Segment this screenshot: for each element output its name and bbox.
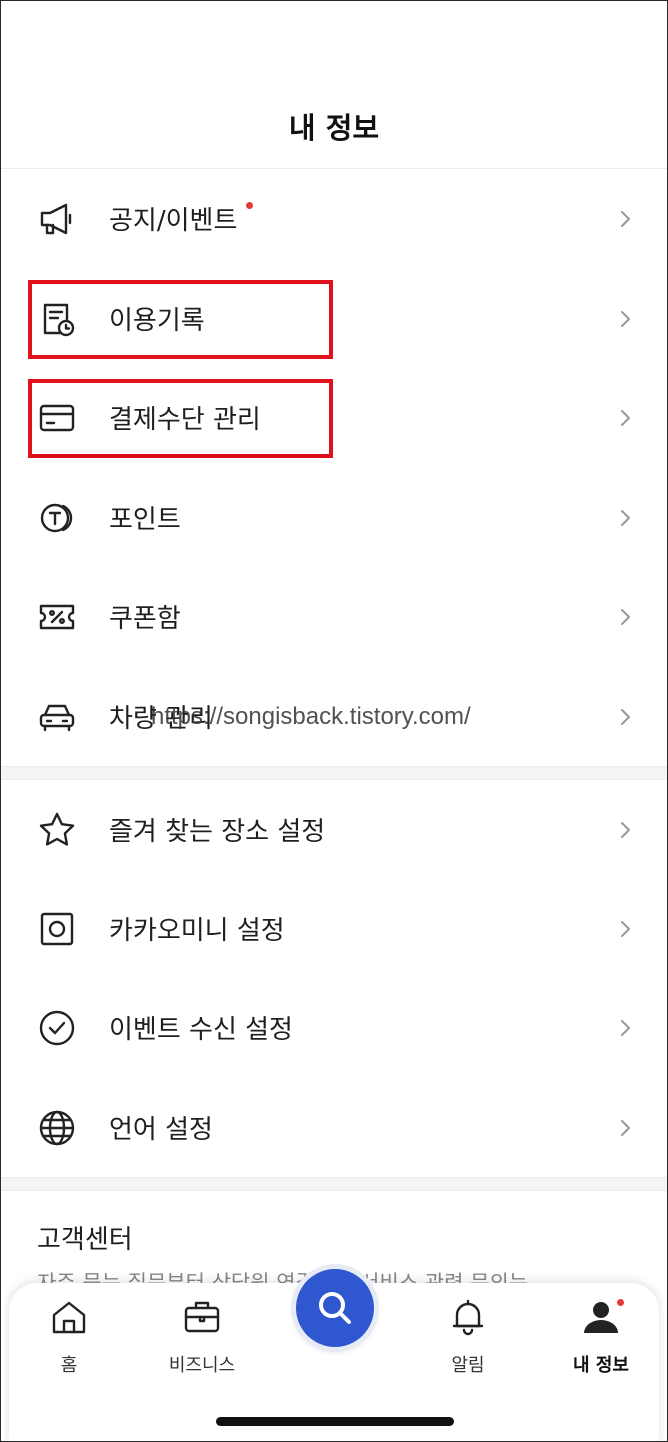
menu-item-favorite-places[interactable]: 즐겨 찾는 장소 설정 — [1, 780, 667, 879]
tab-home[interactable]: 홈 — [19, 1297, 119, 1377]
tab-notifications[interactable]: 알림 — [418, 1297, 518, 1377]
menu-item-points[interactable]: 포인트 — [1, 468, 667, 567]
screen: 내 정보 공지/이벤트 이용기록 결제수단 관리 포인트 쿠폰함 차량 관리 h… — [0, 0, 668, 1442]
tab-label: 내 정보 — [573, 1355, 629, 1376]
tab-business[interactable]: 비즈니스 — [152, 1297, 252, 1377]
chevron-right-icon — [617, 606, 633, 628]
section-divider — [1, 766, 667, 780]
menu-label: 언어 설정 — [109, 1114, 213, 1145]
chevron-right-icon — [617, 918, 633, 940]
megaphone-icon — [37, 199, 77, 239]
menu-label: 카카오미니 설정 — [109, 915, 285, 946]
person-icon — [584, 1302, 618, 1333]
tab-label: 알림 — [451, 1355, 485, 1376]
speaker-icon — [37, 909, 77, 949]
menu-item-coupons[interactable]: 쿠폰함 — [1, 567, 667, 666]
chevron-right-icon — [617, 1117, 633, 1139]
menu-label: 공지/이벤트 — [109, 205, 238, 236]
chevron-right-icon — [617, 507, 633, 529]
home-icon — [52, 1301, 86, 1334]
page-header: 내 정보 — [1, 1, 667, 169]
briefcase-icon — [184, 1301, 220, 1333]
new-dot-badge — [246, 202, 253, 209]
coupon-icon — [37, 597, 77, 637]
menu-item-notice-event[interactable]: 공지/이벤트 — [1, 169, 667, 268]
tab-label: 비즈니스 — [168, 1355, 236, 1376]
menu-label: 이벤트 수신 설정 — [109, 1014, 293, 1045]
page-title: 내 정보 — [288, 111, 380, 145]
star-icon — [37, 810, 77, 850]
point-coin-icon — [37, 498, 77, 538]
menu-item-event-notification-settings[interactable]: 이벤트 수신 설정 — [1, 978, 667, 1077]
chevron-right-icon — [617, 308, 633, 330]
chevron-right-icon — [617, 819, 633, 841]
menu-item-kakaomini-settings[interactable]: 카카오미니 설정 — [1, 879, 667, 978]
watermark-text: https://songisback.tistory.com/ — [151, 703, 471, 730]
chevron-right-icon — [617, 706, 633, 728]
highlight-box-payment-methods — [28, 379, 333, 458]
tab-my-info[interactable]: 내 정보 — [551, 1297, 651, 1377]
home-indicator — [216, 1417, 454, 1426]
chevron-right-icon — [617, 407, 633, 429]
car-icon — [37, 697, 77, 737]
menu-label: 쿠폰함 — [109, 603, 181, 634]
chevron-right-icon — [617, 1017, 633, 1039]
menu-label: 포인트 — [109, 504, 181, 535]
check-circle-icon — [37, 1008, 77, 1048]
bell-icon — [452, 1299, 484, 1336]
tab-label: 홈 — [60, 1355, 78, 1376]
menu-item-language-settings[interactable]: 언어 설정 — [1, 1078, 667, 1177]
globe-icon — [37, 1108, 77, 1148]
chevron-right-icon — [617, 208, 633, 230]
search-button[interactable] — [296, 1269, 374, 1347]
customer-center-title[interactable]: 고객센터 — [37, 1219, 133, 1256]
section-divider — [1, 1177, 667, 1191]
menu-label: 즐겨 찾는 장소 설정 — [109, 816, 326, 847]
highlight-box-usage-history — [28, 280, 333, 359]
new-dot-badge — [617, 1299, 624, 1306]
search-icon — [319, 1292, 351, 1324]
